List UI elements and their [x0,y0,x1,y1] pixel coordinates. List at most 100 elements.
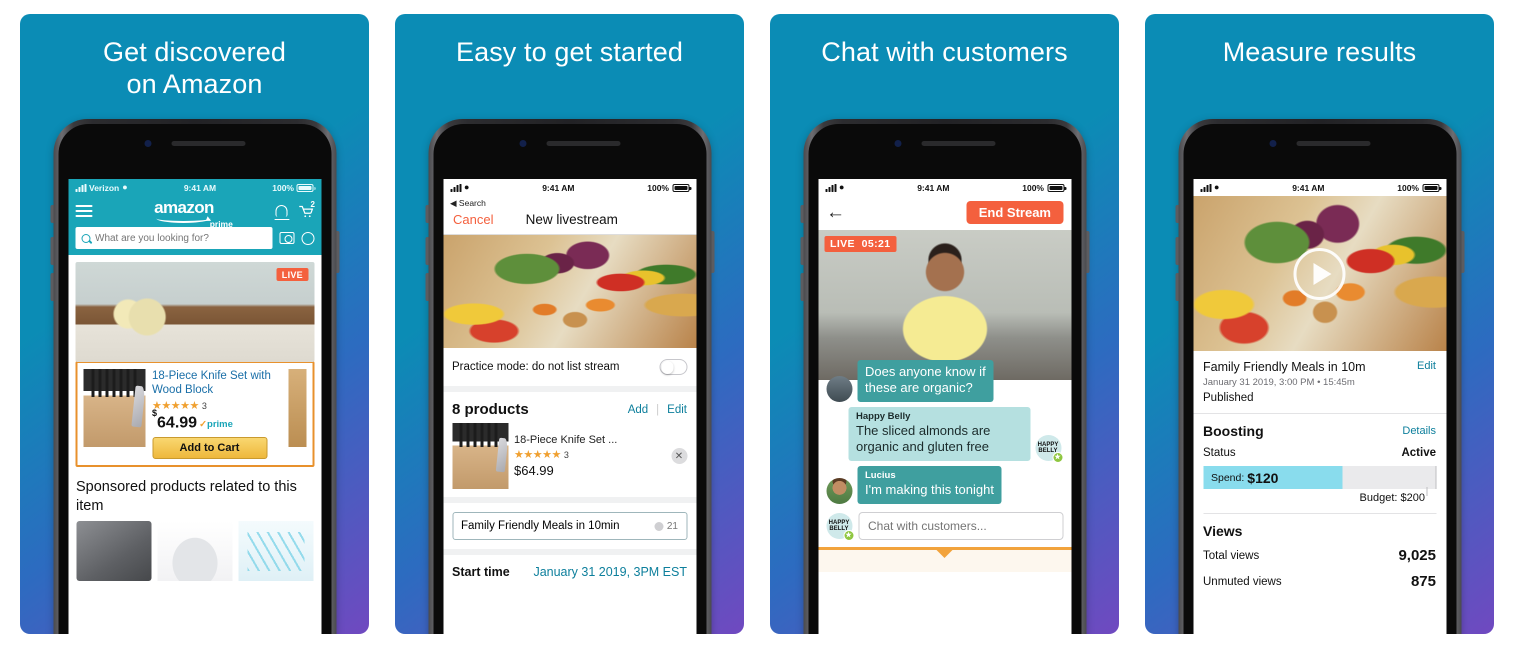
add-product-button[interactable]: Add [628,404,648,416]
phone-silent-switch [1175,205,1178,223]
chat-message-list[interactable]: Does anyone know if these are organic? H… [818,360,1071,547]
play-icon[interactable] [1293,247,1346,300]
start-time-row[interactable]: Start time January 31 2019, 3PM EST [443,549,696,589]
scroll-to-bottom-indicator[interactable] [818,547,1071,550]
front-camera-icon [144,139,151,147]
back-to-search-link[interactable]: ◀ Search [443,196,696,209]
earpiece-speaker [921,140,995,146]
stream-preview-image[interactable] [443,235,696,348]
status-time: 9:41 AM [183,182,217,193]
panel-easy-to-get-started: Easy to get started ● 9:41 AM 100% ◀ Sea… [395,14,744,634]
status-row: Status Active [1193,445,1446,466]
phone-screen-3: ● 9:41 AM 100% ← End Stream LIVE 05:21 D… [818,179,1071,634]
panel-chat-with-customers: Chat with customers ● 9:41 AM 100% ← End… [770,14,1119,634]
ios-status-bar-4: ● 9:41 AM 100% [1193,179,1446,196]
product-price: $64.99 [514,463,554,478]
chat-bubble: Happy Belly The sliced almonds are organ… [848,407,1030,461]
chat-composer[interactable]: HAPPY BELLY ★ [826,512,1063,547]
cancel-button[interactable]: Cancel [453,212,493,227]
practice-mode-label: Practice mode: do not list stream [452,361,620,373]
add-to-cart-button[interactable]: Add to Cart [152,437,267,460]
phone-volume-up [50,237,53,265]
sponsored-products-row[interactable] [68,521,321,582]
signal-bars-icon [825,183,836,192]
start-time-value[interactable]: January 31 2019, 3PM EST [533,565,687,579]
end-stream-button[interactable]: End Stream [966,201,1063,224]
battery-icon [1047,183,1066,192]
arrow-left-icon[interactable]: ← [826,203,845,222]
clear-icon[interactable] [654,521,664,531]
metric-value: 875 [1410,573,1436,590]
stream-title-value: Family Friendly Meals in 10min [461,520,620,532]
products-section-header: 8 products Add | Edit [443,392,696,423]
phone-sensor-row [58,139,331,147]
stars-glyphs: ★★★★★ [514,449,561,461]
hamburger-icon[interactable] [75,202,92,220]
product-title[interactable]: 18-Piece Knife Set with Wood Block [152,369,281,397]
live-video-card[interactable]: LIVE 18-Piece Knife Set with Wood Block … [75,262,314,468]
phone-sensor-row [808,139,1081,147]
close-icon[interactable]: ✕ [671,448,687,464]
phone-volume-up [1175,237,1178,265]
char-remaining: 21 [666,520,678,532]
chat-text: The sliced almonds are organic and glute… [856,423,991,454]
signal-bars-icon [450,183,461,192]
live-video-thumbnail[interactable]: LIVE [75,262,314,362]
chat-bubble: Does anyone know if these are organic? [857,360,994,402]
sponsored-item-pots[interactable] [157,521,232,582]
phone-mockup-1: Verizon ● 9:41 AM 100% amazon prime 2 Wh… [50,119,339,634]
sponsored-heading: Sponsored products related to this item [76,479,297,515]
knife-set-image [452,423,508,489]
wifi-icon: ● [122,182,128,192]
front-camera-icon [894,139,901,147]
phone-silent-switch [50,205,53,223]
status-label: Status [1203,447,1236,459]
wifi-icon: ● [464,182,470,192]
practice-mode-toggle[interactable] [659,359,687,375]
table-row: Total views 9,025 [1193,545,1446,571]
triangle-left-icon: ◀ [450,198,457,208]
chat-input[interactable] [858,512,1063,540]
phone-screen-1: Verizon ● 9:41 AM 100% amazon prime 2 Wh… [68,179,321,634]
list-item-product[interactable]: 18-Piece Knife Set ... ★★★★★ 3 $64.99 ✕ [443,423,696,503]
stream-title-input[interactable]: Family Friendly Meals in 10min 21 [452,512,687,540]
voice-circle-icon[interactable] [301,231,314,245]
amazon-logo[interactable]: amazon prime [154,199,233,229]
battery-percent: 100% [647,182,669,193]
details-link[interactable]: Details [1402,425,1436,437]
status-time: 9:41 AM [1292,182,1325,193]
stars-glyphs: ★★★★★ [152,400,199,412]
phone-volume-up [800,237,803,265]
camera-icon[interactable] [279,232,294,244]
search-input[interactable] [95,232,266,244]
live-video-feed[interactable]: LIVE 05:21 [818,230,1071,380]
featured-product-card[interactable]: 18-Piece Knife Set with Wood Block ★★★★★… [75,361,314,468]
cart-icon[interactable]: 2 [299,200,315,218]
front-camera-icon [1269,139,1276,147]
phone-sensor-row [1183,139,1456,147]
sponsored-item-paper[interactable] [238,521,313,582]
search-icon [81,233,90,243]
views-heading: Views [1203,523,1243,539]
practice-mode-row[interactable]: Practice mode: do not list stream [443,348,696,392]
edit-button[interactable]: Edit [1417,360,1436,372]
bell-icon[interactable] [274,205,290,220]
panel-get-discovered: Get discovered on Amazon Verizon ● 9:41 … [20,14,369,634]
battery-icon [1422,183,1441,192]
cart-badge-count: 2 [310,200,315,209]
phone-screen-2: ● 9:41 AM 100% ◀ Search Cancel New lives… [443,179,696,634]
panel-headline-4: Measure results [1222,37,1417,67]
phone-mockup-2: ● 9:41 AM 100% ◀ Search Cancel New lives… [425,119,714,634]
lucius-avatar [826,478,852,504]
search-box[interactable] [75,227,272,249]
video-replay-hero[interactable] [1193,196,1446,351]
phone-silent-switch [425,205,428,223]
sponsored-item-pans[interactable] [76,521,151,582]
edit-products-button[interactable]: Edit [667,404,687,416]
next-product-peek[interactable] [288,369,306,447]
panel-headline-2: Easy to get started [455,37,684,67]
amazon-nav-bar: amazon prime 2 What are you looking for? [68,196,321,255]
phone-power-button [1086,231,1089,273]
phone-screen-4: ● 9:41 AM 100% Family Friendly Meals in … [1193,179,1446,634]
table-row: Unmuted views 875 [1193,571,1446,597]
